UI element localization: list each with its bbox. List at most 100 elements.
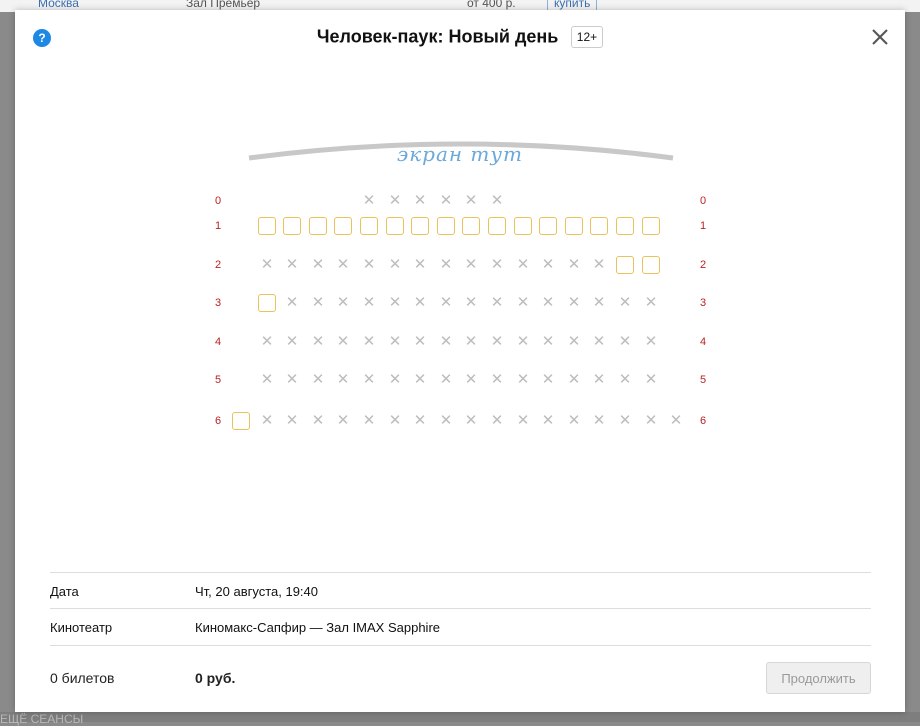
seat-available[interactable] bbox=[258, 217, 276, 235]
row-number-left: 1 bbox=[214, 220, 222, 232]
seat-taken-icon: ✕ bbox=[541, 412, 555, 429]
seat-available[interactable] bbox=[411, 217, 429, 235]
date-value: Чт, 20 августа, 19:40 bbox=[195, 584, 318, 599]
seat-available[interactable] bbox=[334, 217, 352, 235]
cinema-label: Кинотеатр bbox=[50, 620, 113, 635]
seat-taken-icon: ✕ bbox=[592, 371, 606, 388]
seat-available[interactable] bbox=[539, 217, 557, 235]
info-row-date: Дата Чт, 20 августа, 19:40 bbox=[50, 572, 871, 609]
seat-taken-icon: ✕ bbox=[618, 412, 632, 429]
seat-available[interactable] bbox=[232, 412, 250, 430]
seat-available[interactable] bbox=[258, 294, 276, 312]
seat-taken-icon: ✕ bbox=[618, 333, 632, 350]
seat-taken-icon: ✕ bbox=[592, 412, 606, 429]
cinema-value: Киномакс-Сапфир — Зал IMAX Sapphire bbox=[195, 620, 441, 635]
seat-taken-icon: ✕ bbox=[567, 256, 581, 273]
continue-button[interactable]: Продолжить bbox=[766, 662, 871, 694]
seat-taken-icon: ✕ bbox=[516, 294, 530, 311]
row-number-right: 5 bbox=[699, 374, 707, 386]
seat-taken-icon: ✕ bbox=[311, 412, 325, 429]
total-price: 0 руб. bbox=[195, 670, 236, 686]
seat-taken-icon: ✕ bbox=[592, 294, 606, 311]
seat-taken-icon: ✕ bbox=[567, 333, 581, 350]
seat-taken-icon: ✕ bbox=[285, 333, 299, 350]
seat-taken-icon: ✕ bbox=[336, 412, 350, 429]
seat-taken-icon: ✕ bbox=[567, 371, 581, 388]
seat-taken-icon: ✕ bbox=[644, 294, 658, 311]
seat-available[interactable] bbox=[642, 256, 660, 274]
row-number-right: 2 bbox=[699, 259, 707, 271]
seat-available[interactable] bbox=[283, 217, 301, 235]
seat-available[interactable] bbox=[590, 217, 608, 235]
seat-taken-icon: ✕ bbox=[388, 256, 402, 273]
seat-taken-icon: ✕ bbox=[413, 294, 427, 311]
seat-taken-icon: ✕ bbox=[669, 412, 683, 429]
seat-taken-icon: ✕ bbox=[516, 333, 530, 350]
seat-taken-icon: ✕ bbox=[260, 256, 274, 273]
seat-taken-icon: ✕ bbox=[362, 192, 376, 209]
seat-available[interactable] bbox=[616, 217, 634, 235]
seat-taken-icon: ✕ bbox=[644, 333, 658, 350]
background-city-link: Москва bbox=[38, 0, 79, 10]
tickets-count: 0 билетов bbox=[50, 670, 115, 686]
row-number-left: 6 bbox=[214, 415, 222, 427]
seat-available[interactable] bbox=[642, 217, 660, 235]
date-label: Дата bbox=[50, 584, 79, 599]
seat-taken-icon: ✕ bbox=[260, 412, 274, 429]
background-overlay-bottom bbox=[0, 712, 920, 722]
row-number-left: 2 bbox=[214, 259, 222, 271]
seat-taken-icon: ✕ bbox=[413, 333, 427, 350]
seat-taken-icon: ✕ bbox=[490, 294, 504, 311]
background-price-text: от 400 р. bbox=[467, 0, 516, 10]
seat-taken-icon: ✕ bbox=[464, 192, 478, 209]
row-number-right: 4 bbox=[699, 336, 707, 348]
seat-taken-icon: ✕ bbox=[311, 333, 325, 350]
row-number-right: 1 bbox=[699, 220, 707, 232]
seat-taken-icon: ✕ bbox=[362, 256, 376, 273]
seat-taken-icon: ✕ bbox=[644, 412, 658, 429]
seat-taken-icon: ✕ bbox=[311, 371, 325, 388]
seat-taken-icon: ✕ bbox=[490, 412, 504, 429]
seat-taken-icon: ✕ bbox=[285, 412, 299, 429]
seat-available[interactable] bbox=[514, 217, 532, 235]
seat-taken-icon: ✕ bbox=[464, 333, 478, 350]
seat-available[interactable] bbox=[462, 217, 480, 235]
seat-available[interactable] bbox=[309, 217, 327, 235]
seat-available[interactable] bbox=[360, 217, 378, 235]
seat-taken-icon: ✕ bbox=[388, 333, 402, 350]
seat-taken-icon: ✕ bbox=[362, 412, 376, 429]
seat-taken-icon: ✕ bbox=[336, 371, 350, 388]
seat-taken-icon: ✕ bbox=[464, 371, 478, 388]
background-buy-link: купить bbox=[547, 0, 598, 10]
seat-taken-icon: ✕ bbox=[592, 256, 606, 273]
seat-taken-icon: ✕ bbox=[567, 412, 581, 429]
seat-taken-icon: ✕ bbox=[285, 371, 299, 388]
seat-available[interactable] bbox=[386, 217, 404, 235]
seat-taken-icon: ✕ bbox=[516, 256, 530, 273]
seat-taken-icon: ✕ bbox=[260, 371, 274, 388]
seat-available[interactable] bbox=[437, 217, 455, 235]
seat-taken-icon: ✕ bbox=[260, 333, 274, 350]
seat-taken-icon: ✕ bbox=[567, 294, 581, 311]
seat-taken-icon: ✕ bbox=[618, 371, 632, 388]
seat-taken-icon: ✕ bbox=[285, 294, 299, 311]
row-number-left: 3 bbox=[214, 297, 222, 309]
seat-available[interactable] bbox=[565, 217, 583, 235]
seat-taken-icon: ✕ bbox=[413, 256, 427, 273]
seat-taken-icon: ✕ bbox=[439, 256, 453, 273]
seat-selection-modal: ? Человек-паук: Новый день 12+ экран тут… bbox=[15, 10, 905, 712]
seat-taken-icon: ✕ bbox=[439, 294, 453, 311]
seat-taken-icon: ✕ bbox=[541, 371, 555, 388]
seat-available[interactable] bbox=[616, 256, 634, 274]
background-hall-text: Зал Премьер bbox=[186, 0, 261, 10]
row-number-left: 0 bbox=[214, 195, 222, 207]
seat-map: 0 0 ✕ ✕ ✕ ✕ ✕ ✕ 1 1 2 2 ✕ ✕ ✕ ✕ ✕ ✕ ✕ ✕ ✕ ✕ ✕ ✕ ✕ ✕ 3 3 ✕ ✕ ✕ ✕ ✕ ✕ ✕ ✕ ✕ ✕ ✕ ✕… bbox=[15, 10, 905, 470]
seat-taken-icon: ✕ bbox=[413, 371, 427, 388]
seat-taken-icon: ✕ bbox=[541, 294, 555, 311]
row-number-left: 5 bbox=[214, 374, 222, 386]
seat-taken-icon: ✕ bbox=[285, 256, 299, 273]
seat-available[interactable] bbox=[488, 217, 506, 235]
seat-taken-icon: ✕ bbox=[464, 294, 478, 311]
seat-taken-icon: ✕ bbox=[541, 333, 555, 350]
seat-taken-icon: ✕ bbox=[336, 256, 350, 273]
